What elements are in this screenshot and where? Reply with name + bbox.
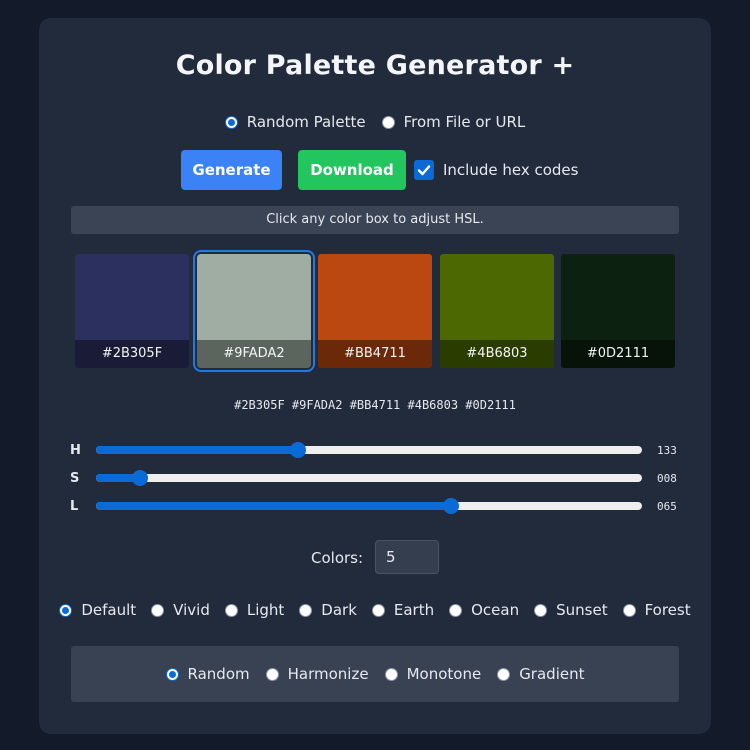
include-hex-label: Include hex codes [443,161,579,179]
radio-theme-ocean[interactable]: Ocean [449,601,519,619]
radio-label-theme-light: Light [246,601,285,619]
radio-label-random-palette: Random Palette [246,113,366,131]
page-title: Color Palette Generator + [175,50,575,81]
swatch-hex-label: #BB4711 [318,340,432,368]
radio-theme-vivid[interactable]: Vivid [151,601,210,619]
hue-value: 133 [657,444,677,457]
radio-dot-theme-default[interactable] [59,603,73,617]
radio-dot-mode-harmonize[interactable] [265,667,279,681]
radio-dot-mode-gradient[interactable] [497,667,511,681]
lightness-slider[interactable] [96,498,642,514]
radio-theme-sunset[interactable]: Sunset [534,601,608,619]
radio-dot-theme-light[interactable] [224,603,238,617]
swatch-hex-label: #9FADA2 [197,340,311,368]
radio-random-palette[interactable]: Random Palette [224,113,366,131]
radio-mode-gradient[interactable]: Gradient [497,665,584,683]
color-swatch[interactable]: #0D2111 [561,254,675,368]
radio-theme-default[interactable]: Default [59,601,136,619]
swatch-hex-label: #4B6803 [440,340,554,368]
color-swatch[interactable]: #BB4711 [318,254,432,368]
saturation-label: S [70,471,80,486]
saturation-slider-thumb[interactable] [132,470,148,486]
radio-mode-monotone[interactable]: Monotone [384,665,482,683]
color-swatch-selected[interactable]: #9FADA2 [193,250,315,372]
saturation-slider[interactable] [96,470,642,486]
radio-theme-light[interactable]: Light [224,601,285,619]
radio-label-mode-gradient: Gradient [519,665,585,683]
radio-theme-dark[interactable]: Dark [299,601,357,619]
radio-label-mode-monotone: Monotone [406,665,482,683]
radio-label-from-file-or-url: From File or URL [403,113,526,131]
radio-dot-from-file-or-url[interactable] [381,115,395,129]
radio-dot-mode-random[interactable] [165,667,179,681]
colors-count-input[interactable]: 5 [375,540,439,574]
radio-label-theme-sunset: Sunset [556,601,608,619]
radio-label-theme-dark: Dark [321,601,357,619]
mode-radio-group: Random Harmonize Monotone Gradient [0,665,750,683]
lightness-slider-fill [96,502,451,510]
theme-radio-group: Default Vivid Light Dark Earth Ocean Sun… [0,601,750,619]
radio-dot-theme-ocean[interactable] [449,603,463,617]
radio-label-mode-random: Random [187,665,250,683]
source-radio-group: Random Palette From File or URL [0,113,750,131]
radio-dot-theme-earth[interactable] [371,603,385,617]
generate-button[interactable]: Generate [181,150,282,190]
radio-mode-harmonize[interactable]: Harmonize [265,665,369,683]
radio-dot-mode-monotone[interactable] [384,667,398,681]
radio-label-theme-default: Default [81,601,137,619]
swatch-hex-label: #2B305F [75,340,189,368]
radio-label-theme-earth: Earth [393,601,435,619]
hex-code-list: #2B305F #9FADA2 #BB4711 #4B6803 #0D2111 [234,398,516,412]
check-icon [417,165,431,176]
swatch-hex-label: #0D2111 [561,340,675,368]
hue-slider-fill [96,446,298,454]
radio-label-theme-ocean: Ocean [471,601,520,619]
radio-from-file-or-url[interactable]: From File or URL [381,113,526,131]
radio-theme-earth[interactable]: Earth [371,601,435,619]
radio-dot-theme-forest[interactable] [622,603,636,617]
hue-slider[interactable] [96,442,642,458]
radio-label-theme-vivid: Vivid [173,601,210,619]
saturation-value: 008 [657,472,677,485]
colors-count-label: Colors: [311,549,364,567]
radio-theme-forest[interactable]: Forest [622,601,691,619]
radio-dot-theme-sunset[interactable] [534,603,548,617]
lightness-slider-thumb[interactable] [443,498,459,514]
color-swatch[interactable]: #4B6803 [440,254,554,368]
color-swatch[interactable]: #2B305F [75,254,189,368]
lightness-value: 065 [657,500,677,513]
hint-bar: Click any color box to adjust HSL. [71,206,679,234]
radio-mode-random[interactable]: Random [165,665,250,683]
radio-dot-theme-vivid[interactable] [151,603,165,617]
lightness-label: L [70,499,79,514]
hue-slider-thumb[interactable] [290,442,306,458]
radio-dot-theme-dark[interactable] [299,603,313,617]
download-button[interactable]: Download [298,150,406,190]
radio-label-theme-forest: Forest [644,601,691,619]
hue-label: H [70,443,81,458]
radio-dot-random-palette[interactable] [224,115,238,129]
radio-label-mode-harmonize: Harmonize [287,665,369,683]
include-hex-checkbox[interactable] [414,160,434,180]
